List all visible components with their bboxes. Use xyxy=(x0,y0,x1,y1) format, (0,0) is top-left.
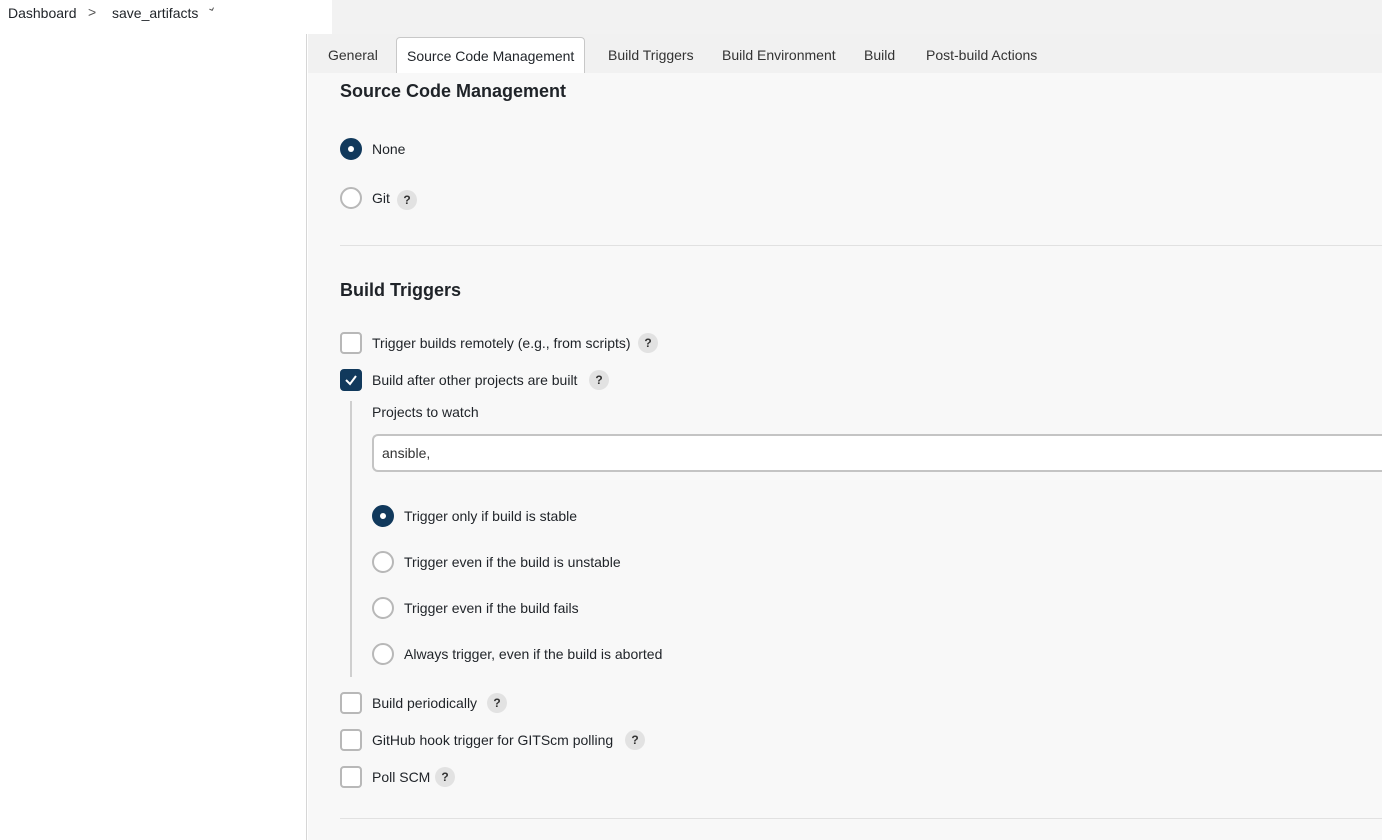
build-after-label[interactable]: Build after other projects are built xyxy=(372,371,577,389)
breadcrumb-separator: > xyxy=(88,4,97,20)
build-periodically-label[interactable]: Build periodically xyxy=(372,694,477,712)
trigger-always-radio[interactable] xyxy=(372,643,394,665)
projects-to-watch-label: Projects to watch xyxy=(372,404,479,420)
trigger-always-label[interactable]: Always trigger, even if the build is abo… xyxy=(404,645,662,663)
checkmark-icon xyxy=(345,375,357,386)
scm-section-title: Source Code Management xyxy=(340,81,567,101)
build-periodically-checkbox[interactable] xyxy=(340,692,362,714)
nested-options-bar xyxy=(350,401,352,677)
section-divider xyxy=(340,818,1382,819)
section-divider xyxy=(340,245,1382,246)
scm-git-radio[interactable] xyxy=(340,187,362,209)
tab-build[interactable]: Build xyxy=(854,37,905,73)
breadcrumb-bar: Dashboard > save_artifacts ⌄ xyxy=(0,0,1382,34)
scm-git-help-icon[interactable]: ? xyxy=(397,190,417,210)
trigger-stable-radio[interactable] xyxy=(372,505,394,527)
sidebar xyxy=(0,34,307,840)
trigger-remotely-help-icon[interactable]: ? xyxy=(638,333,658,353)
trigger-remotely-label[interactable]: Trigger builds remotely (e.g., from scri… xyxy=(372,334,631,352)
trigger-remotely-checkbox[interactable] xyxy=(340,332,362,354)
github-hook-label[interactable]: GitHub hook trigger for GITScm polling xyxy=(372,731,613,749)
config-form: General Source Code Management Build Tri… xyxy=(308,34,1382,840)
trigger-unstable-label[interactable]: Trigger even if the build is unstable xyxy=(404,553,621,571)
poll-scm-checkbox[interactable] xyxy=(340,766,362,788)
scm-none-radio[interactable] xyxy=(340,138,362,160)
trigger-unstable-radio[interactable] xyxy=(372,551,394,573)
build-triggers-section-title: Build Triggers xyxy=(340,280,462,300)
trigger-fails-radio[interactable] xyxy=(372,597,394,619)
tab-source-code-management[interactable]: Source Code Management xyxy=(396,37,586,73)
build-after-help-icon[interactable]: ? xyxy=(589,370,609,390)
trigger-fails-label[interactable]: Trigger even if the build fails xyxy=(404,599,579,617)
github-hook-help-icon[interactable]: ? xyxy=(625,730,645,750)
projects-to-watch-input[interactable] xyxy=(372,434,1382,472)
scm-none-label[interactable]: None xyxy=(372,140,405,158)
tab-general[interactable]: General xyxy=(318,37,388,73)
build-after-checkbox[interactable] xyxy=(340,369,362,391)
tab-post-build-actions[interactable]: Post-build Actions xyxy=(916,37,1047,73)
poll-scm-help-icon[interactable]: ? xyxy=(435,767,455,787)
breadcrumb-dashboard-link[interactable]: Dashboard xyxy=(8,4,77,22)
scm-git-label[interactable]: Git xyxy=(372,189,390,207)
github-hook-checkbox[interactable] xyxy=(340,729,362,751)
trigger-stable-label[interactable]: Trigger only if build is stable xyxy=(404,507,577,525)
tab-build-environment[interactable]: Build Environment xyxy=(712,37,846,73)
tab-build-triggers[interactable]: Build Triggers xyxy=(598,37,704,73)
build-periodically-help-icon[interactable]: ? xyxy=(487,693,507,713)
poll-scm-label[interactable]: Poll SCM xyxy=(372,768,430,786)
breadcrumb-job-link[interactable]: save_artifacts xyxy=(112,4,198,22)
tab-bar: General Source Code Management Build Tri… xyxy=(308,34,1382,73)
